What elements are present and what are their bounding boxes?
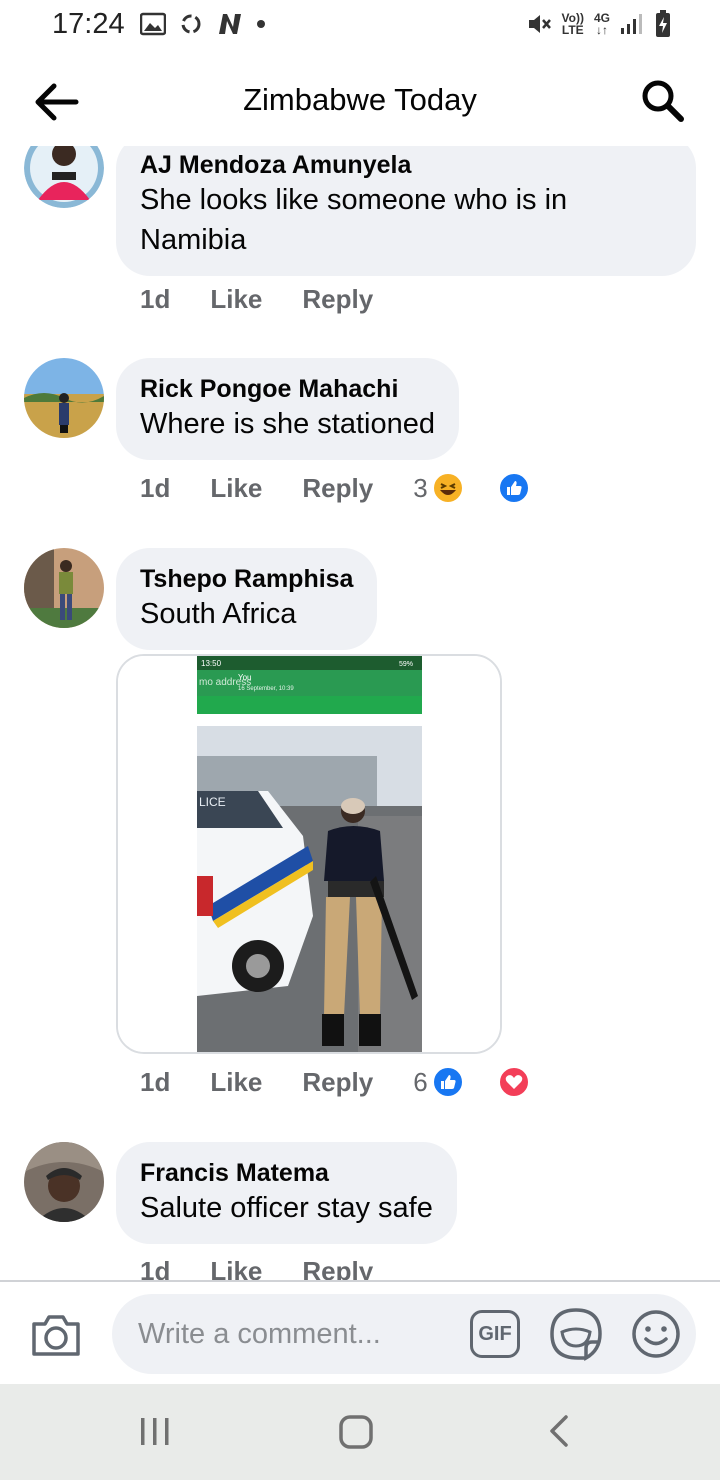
comment-text: Salute officer stay safe [140,1192,433,1224]
dot-icon [257,20,265,28]
love-icon [497,1066,530,1098]
comment-time: 1d [140,1066,171,1097]
inner-battery: 59% [399,661,413,668]
signal-icon [621,14,642,34]
recent-apps-button[interactable] [138,1414,172,1453]
inner-date: 16 September, 10:39 [238,686,294,692]
system-navigation-bar [0,1384,720,1480]
chevron-left-icon [550,1415,568,1447]
status-bar: 17:24 Vo)) LTE 4G ↓↑ [0,0,720,52]
app-bar: Zimbabwe Today [0,56,720,146]
system-back-button[interactable] [544,1414,572,1453]
like-icon [431,1066,464,1098]
reply-button[interactable]: Reply [302,1067,373,1098]
sync-icon [181,14,201,34]
reaction-count: 3 [413,472,428,503]
battery-charging-icon [656,10,670,37]
like-button[interactable]: Like [210,1067,262,1098]
commenter-name[interactable]: Tshepo Ramphisa [140,564,353,594]
like-button[interactable]: Like [210,1256,262,1280]
comment-actions: 1d Like Reply 6 [140,1066,570,1098]
volte-indicator: Vo)) LTE [561,11,584,37]
police-officer-photo: 13:50 59% mo address You 16 September, 1… [118,656,500,1052]
comment-text: Where is she stationed [140,408,435,440]
reply-button[interactable]: Reply [302,473,373,504]
avatar[interactable] [24,1142,104,1222]
comment-actions: 1d Like Reply 3 [140,472,570,504]
reaction-summary[interactable]: 3 [413,472,569,504]
inner-sender: You [238,673,252,682]
commenter-name[interactable]: Rick Pongoe Mahachi [140,374,435,404]
home-icon [339,1415,373,1449]
avatar[interactable] [24,358,104,438]
comment-bubble[interactable]: Rick Pongoe Mahachi Where is she station… [116,358,459,460]
comment-time: 1d [140,472,171,503]
inner-time: 13:50 [201,659,222,668]
emoji-button[interactable] [630,1308,682,1360]
reply-button[interactable]: Reply [302,1256,373,1280]
like-icon [497,472,530,504]
search-button[interactable] [640,78,686,124]
reaction-summary[interactable]: 6 [413,1066,569,1098]
emoji-icon [632,1310,680,1358]
commenter-name[interactable]: AJ Mendoza Amunyela [140,150,672,180]
comment-text: She looks like someone who is in [140,184,568,216]
avatar[interactable] [24,146,104,208]
comment-bubble[interactable]: Tshepo Ramphisa South Africa [116,548,378,650]
comment-text: South Africa [140,598,297,630]
sticker-button[interactable] [548,1306,604,1362]
comment-composer: GIF [0,1280,720,1384]
page-title: Zimbabwe Today [243,82,477,117]
sticker-icon [550,1308,602,1362]
gallery-icon [140,12,166,36]
comment-time: 1d [140,284,171,314]
reaction-count: 6 [413,1066,428,1097]
n-logo-icon [219,14,241,34]
mute-icon [528,15,551,33]
commenter-name[interactable]: Francis Matema [140,1158,433,1188]
comment-image-attachment[interactable]: 13:50 59% mo address You 16 September, 1… [116,654,502,1054]
comment-feed[interactable]: AJ Mendoza Amunyela She looks like someo… [0,146,720,1280]
comment-actions: 1d Like Reply [140,284,413,315]
comment-input[interactable] [112,1294,696,1374]
network-indicator: 4G ↓↑ [593,11,610,37]
status-time: 17:24 [52,8,125,40]
gif-button[interactable]: GIF [470,1310,520,1358]
vehicle-text: LICE [199,795,226,809]
comment-time: 1d [140,1256,171,1280]
search-icon [642,80,684,122]
like-button[interactable]: Like [210,284,262,315]
comment-actions: 1d Like Reply [140,1256,413,1280]
camera-icon [32,1315,80,1356]
comment-bubble[interactable]: AJ Mendoza Amunyela She looks like someo… [116,146,696,276]
haha-icon [431,472,464,504]
like-button[interactable]: Like [210,473,262,504]
home-button[interactable] [338,1414,374,1455]
camera-button[interactable] [30,1312,82,1358]
recent-apps-icon [141,1418,169,1445]
comment-text: Namibia [140,224,247,256]
reply-button[interactable]: Reply [302,284,373,315]
comment-bubble[interactable]: Francis Matema Salute officer stay safe [116,1142,457,1244]
avatar[interactable] [24,548,104,628]
